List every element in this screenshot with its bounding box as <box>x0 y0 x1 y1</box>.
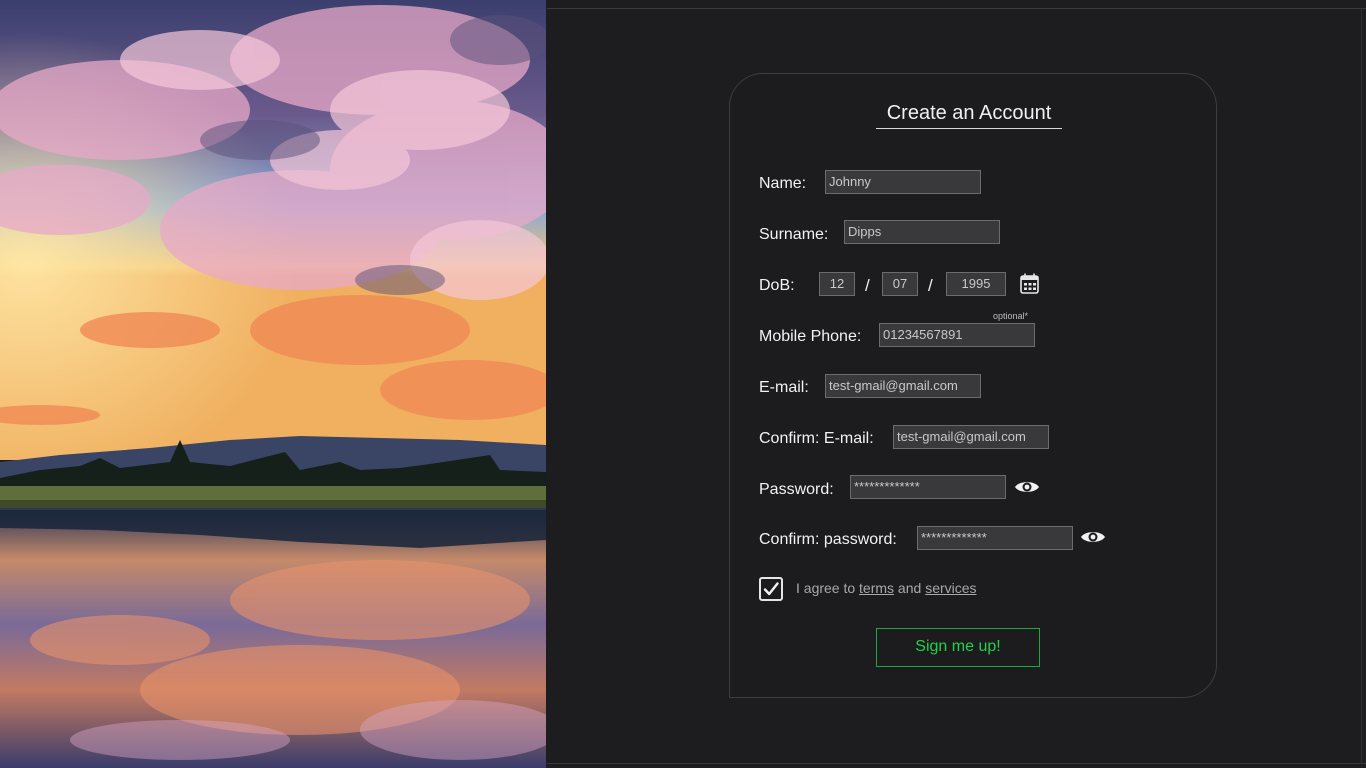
terms-link[interactable]: terms <box>859 580 894 596</box>
window-right-border <box>1361 8 1362 764</box>
dob-month-input[interactable]: 07 <box>882 272 918 296</box>
agree-and: and <box>894 580 926 596</box>
app-window: Create an Account Name: Johnny Surname: … <box>547 0 1366 768</box>
agree-prefix: I agree to <box>796 580 860 596</box>
name-input[interactable]: Johnny <box>825 170 981 194</box>
surname-label: Surname: <box>759 226 829 243</box>
eye-icon[interactable] <box>1080 528 1106 546</box>
mobile-phone-label: Mobile Phone: <box>759 328 862 345</box>
window-top-border <box>547 8 1366 9</box>
eye-icon[interactable] <box>1014 478 1040 496</box>
surname-input[interactable]: Dipps <box>844 220 1000 244</box>
confirm-password-input[interactable]: ************* <box>917 526 1073 550</box>
dob-year-input[interactable]: 1995 <box>946 272 1006 296</box>
dob-label: DoB: <box>759 277 795 294</box>
confirm-email-input[interactable]: test-gmail@gmail.com <box>893 425 1049 449</box>
password-label: Password: <box>759 481 834 498</box>
dob-separator: / <box>928 276 933 295</box>
calendar-icon[interactable] <box>1018 272 1042 296</box>
window-bottom-border <box>547 763 1366 764</box>
email-label: E-mail: <box>759 379 809 396</box>
checkmark-icon <box>763 582 779 596</box>
agree-checkbox[interactable] <box>759 577 783 601</box>
signup-form-card: Create an Account Name: Johnny Surname: … <box>729 73 1217 698</box>
name-label: Name: <box>759 175 807 192</box>
form-title: Create an Account <box>876 102 1062 129</box>
dob-separator: / <box>865 276 870 295</box>
optional-note: optional* <box>993 311 1029 321</box>
dob-day-input[interactable]: 12 <box>819 272 855 296</box>
sign-up-button[interactable]: Sign me up! <box>876 628 1040 667</box>
services-link[interactable]: services <box>925 580 976 596</box>
mobile-phone-input[interactable]: 01234567891 <box>879 323 1035 347</box>
landscape-photo <box>0 0 546 768</box>
agree-text: I agree to terms and services <box>796 580 977 596</box>
confirm-email-label: Confirm: E-mail: <box>759 430 874 447</box>
password-input[interactable]: ************* <box>850 475 1006 499</box>
confirm-password-label: Confirm: password: <box>759 531 897 548</box>
email-input[interactable]: test-gmail@gmail.com <box>825 374 981 398</box>
